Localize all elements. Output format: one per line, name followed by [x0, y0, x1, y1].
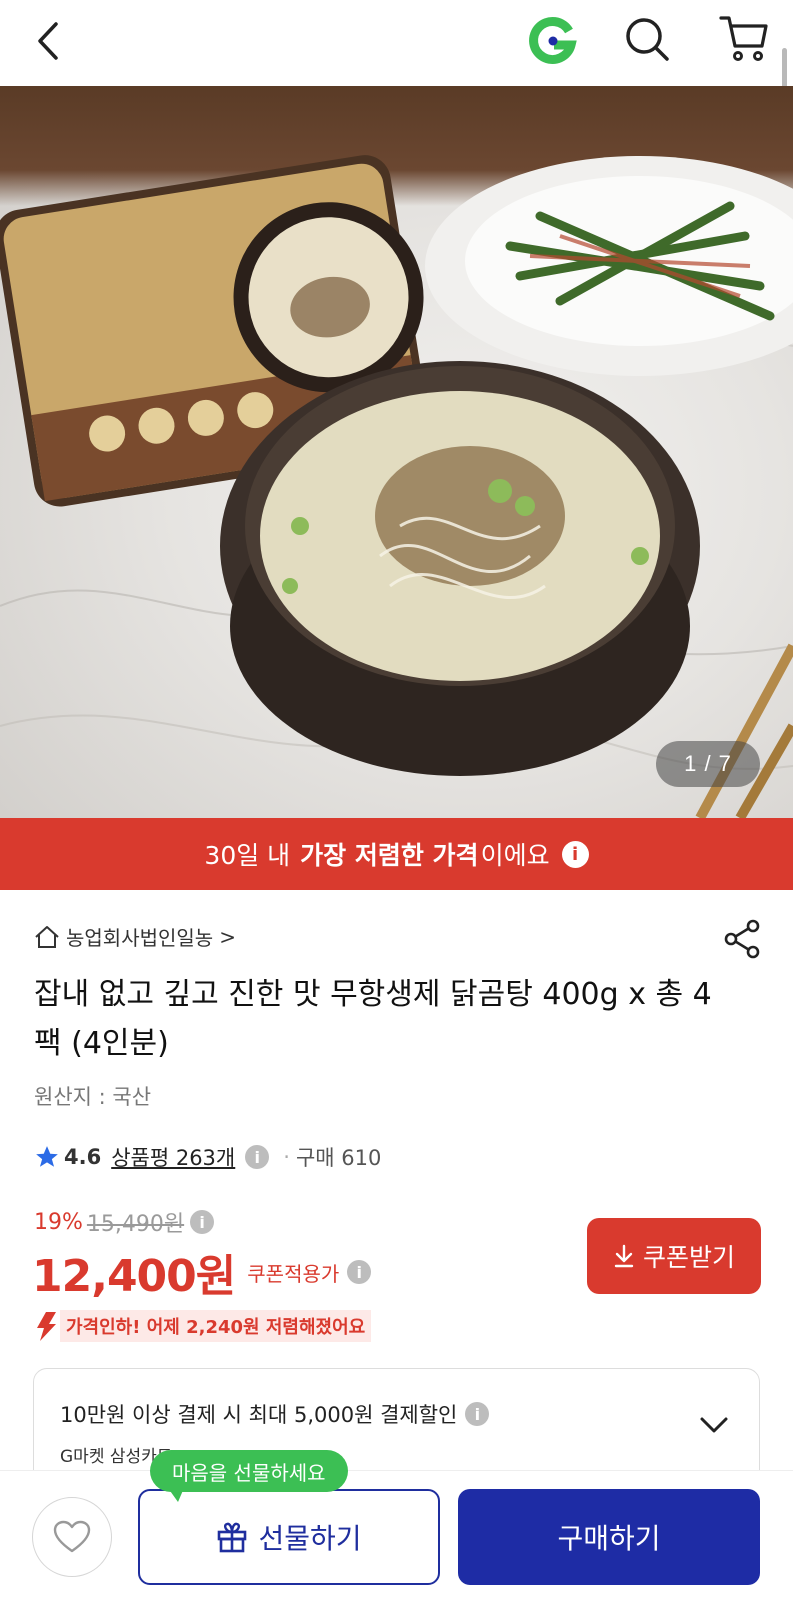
coupon-button-label: 쿠폰받기 — [642, 1243, 735, 1272]
info-icon[interactable]: i — [245, 1145, 270, 1169]
download-icon — [614, 1244, 634, 1268]
coupon-price-note: 쿠폰적용가 — [247, 1261, 340, 1286]
review-link[interactable]: 상품평 263개 — [111, 1142, 235, 1172]
gmarket-logo[interactable] — [526, 14, 578, 66]
price-drop-text: 가격인하! 어제 2,240원 저렴해졌어요 — [60, 1310, 372, 1342]
share-button[interactable] — [722, 918, 762, 960]
discount-row: 19% 15,490원 i — [34, 1206, 215, 1238]
bottom-action-bar: 선물하기 구매하기 — [0, 1470, 793, 1600]
heart-icon — [53, 1520, 91, 1553]
banner-suffix: 이에요 — [480, 841, 550, 870]
purchase-count: 구매 610 — [295, 1146, 382, 1170]
gift-tooltip: 마음을 선물하세요 — [150, 1450, 348, 1492]
original-price: 15,490원 — [86, 1212, 185, 1237]
top-header — [0, 0, 793, 140]
card-offer-title: 10만원 이상 결제 시 최대 5,000원 결제할인 — [60, 1403, 458, 1427]
seller-name: 농업회사법인일농 — [66, 926, 214, 950]
card-offer-title-row: 10만원 이상 결제 시 최대 5,000원 결제할인 i — [60, 1399, 490, 1429]
search-button[interactable] — [622, 14, 672, 64]
back-icon — [38, 22, 58, 60]
info-icon[interactable]: i — [465, 1402, 490, 1426]
banner-prefix: 30일 내 — [204, 841, 299, 870]
buy-button[interactable]: 구매하기 — [458, 1489, 760, 1585]
gift-tooltip-tail — [168, 1488, 184, 1502]
share-icon — [724, 919, 760, 959]
g-logo-icon — [529, 17, 577, 64]
price-row: 12,400원 쿠폰적용가 i — [32, 1240, 372, 1304]
search-icon — [626, 18, 669, 61]
price-down-arrow-icon — [37, 1312, 56, 1341]
seller-link[interactable]: 농업회사법인일농 > — [34, 922, 236, 951]
product-title: 잡내 없고 깊고 진한 맛 무항생제 닭곰탕 400g x 총 4팩 (4인분) — [34, 977, 712, 1061]
sale-price: 12,400원 — [32, 1251, 236, 1302]
home-icon — [35, 925, 59, 948]
rating-score: 4.6 — [64, 1145, 102, 1169]
gift-button-label: 선물하기 — [258, 1522, 362, 1555]
gift-icon — [218, 1522, 247, 1553]
info-icon[interactable]: i — [347, 1260, 372, 1284]
discount-percent: 19% — [34, 1209, 83, 1235]
product-photo — [0, 155, 793, 818]
gift-button[interactable]: 선물하기 — [138, 1489, 440, 1585]
origin-label: 원산지 : 국산 — [34, 1085, 152, 1109]
image-page-indicator: 1 / 7 — [656, 741, 760, 787]
buy-button-label: 구매하기 — [557, 1522, 661, 1555]
product-image-gallery[interactable]: 1 / 7 — [0, 86, 793, 818]
rating-row: 4.6 상품평 263개 i · 구매 610 — [34, 1142, 381, 1172]
lowest-price-banner[interactable]: 30일 내 가장 저렴한 가격 이에요 i — [0, 818, 793, 890]
price-drop-badge: 가격인하! 어제 2,240원 저렴해졌어요 — [34, 1310, 372, 1342]
coupon-button[interactable]: 쿠폰받기 — [587, 1218, 761, 1294]
cart-icon — [719, 16, 768, 61]
cart-button[interactable] — [718, 12, 770, 64]
chevron-right-icon: > — [219, 924, 236, 949]
chevron-down-icon[interactable] — [699, 1415, 729, 1435]
info-icon[interactable]: i — [190, 1210, 215, 1234]
info-icon[interactable]: i — [561, 840, 589, 868]
banner-highlight: 가장 저렴한 가격 — [300, 841, 479, 870]
wishlist-button[interactable] — [32, 1497, 112, 1577]
star-icon — [36, 1146, 58, 1167]
separator-dot: · — [283, 1145, 290, 1169]
back-button[interactable] — [28, 16, 68, 66]
